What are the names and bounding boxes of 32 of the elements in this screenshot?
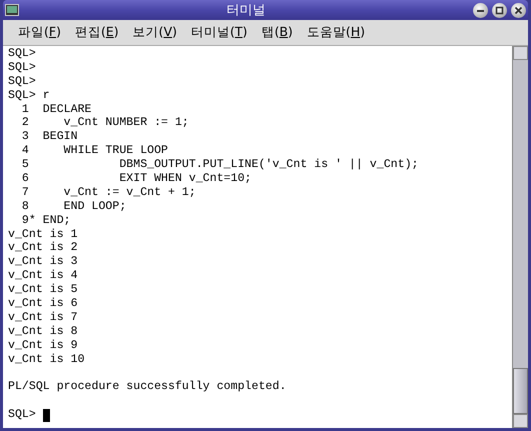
prompt-text: SQL>	[8, 408, 36, 422]
terminal-line: v_Cnt is 6	[8, 297, 78, 311]
menu-item[interactable]: 보기(V)	[126, 22, 184, 43]
terminal-line: 2 v_Cnt NUMBER := 1;	[20, 116, 189, 130]
menu-item[interactable]: 파일(F)	[11, 22, 68, 43]
terminal-line: 5 DBMS_OUTPUT.PUT_LINE('v_Cnt is ' || v_Cnt);	[20, 158, 418, 172]
terminal-line: SQL>	[8, 60, 36, 75]
terminal-line: 7 v_Cnt := v_Cnt + 1;	[20, 186, 196, 200]
terminal-line: v_Cnt is 10	[8, 352, 85, 366]
terminal-line: v_Cnt is 3	[8, 255, 78, 270]
terminal-line: v_Cnt is 5	[8, 283, 78, 298]
terminal-line: PL/SQL procedure successfully completed.	[8, 380, 286, 394]
menu-item[interactable]: 탭(B)	[254, 22, 300, 43]
terminal-line: 3 BEGIN	[20, 130, 78, 144]
terminal-line: SQL>	[8, 47, 36, 61]
terminal-line: SQL>	[8, 74, 36, 89]
terminal-line: 4 WHILE TRUE LOOP	[20, 144, 168, 158]
terminal-line: SQL> r	[8, 88, 50, 103]
window-title: 터미널	[226, 2, 266, 19]
menu-item[interactable]: 터미널(T)	[184, 22, 254, 43]
terminal-line: 6 EXIT WHEN v_Cnt=10;	[20, 172, 252, 186]
terminal-line: v_Cnt is 8	[8, 324, 78, 339]
terminal-line: v_Cnt is 2	[8, 241, 78, 256]
terminal-line: v_Cnt is 9	[8, 338, 78, 353]
terminal-line: 9* END;	[20, 214, 71, 228]
terminal-line: 8 END LOOP;	[20, 200, 126, 214]
menu-item[interactable]: 도움말(H)	[300, 22, 372, 43]
terminal-line: v_Cnt is 1	[8, 228, 78, 242]
terminal-line: v_Cnt is 4	[8, 269, 78, 284]
menu-item[interactable]: 편집(E)	[68, 22, 126, 43]
terminal-line: 1 DECLARE	[20, 102, 92, 116]
terminal-line: v_Cnt is 7	[8, 310, 78, 325]
